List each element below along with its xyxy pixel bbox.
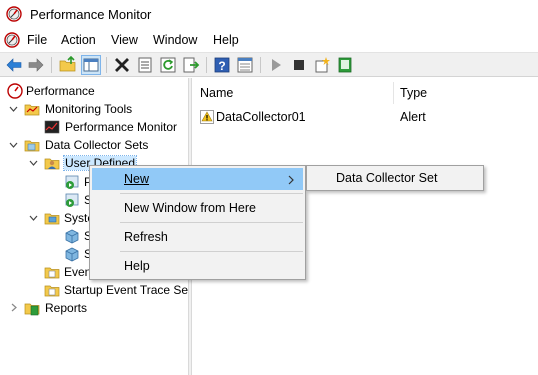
export-icon[interactable] xyxy=(182,56,200,74)
tree-label: Startup Event Trace Ses xyxy=(64,283,188,297)
refresh-icon[interactable] xyxy=(159,56,177,74)
report-icon[interactable] xyxy=(336,56,354,74)
stop-icon[interactable] xyxy=(290,56,308,74)
chart-icon xyxy=(44,120,60,134)
new-submenu: Data Collector Set xyxy=(306,165,484,191)
context-menu-new[interactable]: New xyxy=(92,168,303,190)
tree-label: Performance Monitor xyxy=(65,120,178,134)
tree-node-reports[interactable]: Reports xyxy=(0,299,188,317)
tree-label: Reports xyxy=(45,301,88,315)
performance-monitor-window: Performance Monitor File Action View Win… xyxy=(0,0,538,375)
tree-node-startup-event-trace-sessions[interactable]: Startup Event Trace Ses xyxy=(0,281,188,299)
chevron-right-icon[interactable] xyxy=(9,303,18,312)
performance-monitor-app-icon xyxy=(6,6,22,22)
submenu-arrow-icon xyxy=(288,174,294,188)
tree-node-data-collector-sets[interactable]: Data Collector Sets xyxy=(0,136,188,154)
toolbar: ? xyxy=(0,52,538,77)
menu-item-label: Help xyxy=(124,259,150,273)
data-collector-folder-icon xyxy=(24,140,40,152)
menu-item-label: New Window from Here xyxy=(124,201,256,215)
menu-help[interactable]: Help xyxy=(213,33,239,47)
tree-label: Monitoring Tools xyxy=(45,102,133,116)
data-collector-set-icon xyxy=(65,229,79,244)
tree-node-monitoring-tools[interactable]: Monitoring Tools xyxy=(0,100,188,118)
menu-view[interactable]: View xyxy=(111,33,138,47)
view-icon[interactable] xyxy=(236,56,254,74)
alert-warning-icon xyxy=(200,110,214,124)
title-bar: Performance Monitor xyxy=(0,0,538,28)
delete-icon[interactable] xyxy=(113,56,131,74)
window-title: Performance Monitor xyxy=(30,7,152,22)
context-menu-help[interactable]: Help xyxy=(92,255,303,277)
back-icon[interactable] xyxy=(5,56,23,74)
toolbar-separator xyxy=(51,57,52,73)
show-hide-tree-icon[interactable] xyxy=(81,55,101,75)
tree-node-performance[interactable]: Performance xyxy=(0,82,188,100)
toolbar-separator xyxy=(260,57,261,73)
list-item-type: Alert xyxy=(400,110,426,124)
properties-icon[interactable] xyxy=(136,56,154,74)
column-header-name[interactable]: Name xyxy=(200,86,233,100)
list-item[interactable]: DataCollector01 Alert xyxy=(200,109,530,127)
menu-separator xyxy=(120,193,303,194)
chevron-down-icon[interactable] xyxy=(29,213,38,222)
context-menu-refresh[interactable]: Refresh xyxy=(92,226,303,248)
context-menu: New New Window from Here Refresh Help xyxy=(89,165,306,280)
start-icon[interactable] xyxy=(267,56,285,74)
event-trace-folder-icon xyxy=(44,267,60,279)
new-icon[interactable] xyxy=(313,56,331,74)
tree-label: Even xyxy=(64,265,92,279)
reports-icon xyxy=(24,303,40,316)
svg-text:?: ? xyxy=(218,59,225,73)
context-menu-new-window-from-here[interactable]: New Window from Here xyxy=(92,197,303,219)
menu-separator xyxy=(120,222,303,223)
help-icon[interactable]: ? xyxy=(213,56,231,74)
folder-icon xyxy=(24,104,40,116)
system-menu-icon[interactable] xyxy=(4,32,20,48)
startup-event-trace-folder-icon xyxy=(44,285,60,297)
menu-separator xyxy=(120,251,303,252)
column-header-type[interactable]: Type xyxy=(400,86,427,100)
forward-icon[interactable] xyxy=(27,56,45,74)
menu-item-label: Data Collector Set xyxy=(336,171,438,185)
toolbar-separator xyxy=(106,57,107,73)
tree-label: Data Collector Sets xyxy=(45,138,149,152)
data-collector-set-running-icon xyxy=(65,175,79,189)
menu-action[interactable]: Action xyxy=(61,33,96,47)
menu-file[interactable]: File xyxy=(27,33,47,47)
submenu-data-collector-set[interactable]: Data Collector Set xyxy=(309,167,481,189)
menu-item-label: Refresh xyxy=(124,230,168,244)
data-collector-set-running-icon xyxy=(65,193,79,207)
user-folder-icon xyxy=(44,158,60,170)
data-collector-set-icon xyxy=(65,247,79,262)
chevron-down-icon[interactable] xyxy=(29,158,38,167)
list-item-name: DataCollector01 xyxy=(216,110,306,124)
chevron-down-icon[interactable] xyxy=(9,104,18,113)
column-divider[interactable] xyxy=(393,82,394,104)
menu-bar: File Action View Window Help xyxy=(0,28,538,52)
menu-window[interactable]: Window xyxy=(153,33,197,47)
toolbar-separator xyxy=(206,57,207,73)
tree-label: Performance xyxy=(26,84,95,98)
menu-item-label: New xyxy=(124,172,150,186)
performance-icon xyxy=(7,83,23,99)
chevron-down-icon[interactable] xyxy=(9,140,18,149)
up-folder-icon[interactable] xyxy=(59,56,77,74)
system-folder-icon xyxy=(44,213,60,225)
tree-node-performance-monitor[interactable]: Performance Monitor xyxy=(0,118,188,136)
